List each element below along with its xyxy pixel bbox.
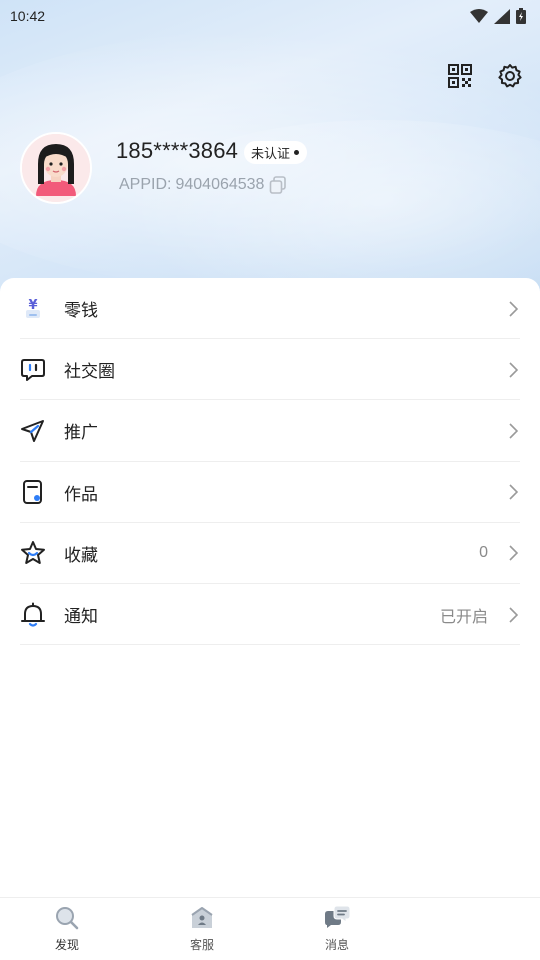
menu-item-works[interactable]: 作品 bbox=[0, 462, 540, 523]
appid-label: APPID: bbox=[119, 176, 172, 193]
wallet-icon: ¥ bbox=[20, 296, 46, 322]
menu-value: 0 bbox=[479, 544, 488, 562]
chevron-right-icon bbox=[506, 483, 520, 501]
menu-label: 收藏 bbox=[64, 545, 98, 566]
menu-item-promotion[interactable]: 推广 bbox=[0, 400, 540, 462]
search-icon bbox=[53, 904, 81, 932]
nav-label: 发现 bbox=[54, 938, 79, 952]
signal-icon bbox=[494, 8, 510, 24]
menu-label: 作品 bbox=[64, 484, 98, 505]
menu-item-wallet[interactable]: ¥ 零钱 bbox=[0, 278, 540, 340]
status-bar: 10:42 bbox=[0, 0, 540, 32]
chevron-right-icon bbox=[506, 300, 520, 318]
chevron-right-icon bbox=[506, 544, 520, 562]
paper-plane-icon bbox=[20, 418, 46, 444]
menu-label: 通知 bbox=[64, 607, 98, 628]
menu-label: 社交圈 bbox=[64, 362, 115, 383]
chevron-right-icon bbox=[506, 361, 520, 379]
wifi-icon bbox=[470, 9, 488, 23]
message-icon bbox=[323, 904, 351, 932]
document-icon bbox=[20, 479, 46, 505]
menu-label: 零钱 bbox=[64, 301, 98, 322]
avatar[interactable] bbox=[20, 132, 92, 204]
star-icon bbox=[20, 540, 46, 566]
nav-item-customer-service[interactable]: 客服 bbox=[162, 904, 242, 953]
status-time: 10:42 bbox=[10, 8, 46, 24]
menu-value: 已开启 bbox=[439, 606, 488, 626]
qr-code-icon[interactable] bbox=[446, 62, 474, 90]
battery-icon bbox=[516, 8, 526, 24]
menu-item-favorites[interactable]: 收藏 0 bbox=[0, 523, 540, 585]
nav-item-messages[interactable]: 消息 bbox=[297, 904, 377, 953]
chat-bubble-icon bbox=[20, 357, 46, 383]
settings-gear-icon[interactable] bbox=[496, 62, 524, 90]
menu-label: 推广 bbox=[64, 423, 98, 444]
dot-icon bbox=[294, 150, 300, 155]
bell-icon bbox=[20, 602, 46, 628]
chevron-right-icon bbox=[506, 422, 520, 440]
chevron-right-icon bbox=[506, 606, 520, 624]
appid-value: 9404064538 bbox=[175, 176, 265, 193]
nav-label: 客服 bbox=[189, 938, 214, 952]
menu-item-notifications[interactable]: 通知 已开启 bbox=[0, 584, 540, 646]
certification-label: 未认证 bbox=[251, 147, 291, 162]
menu-item-social-circle[interactable]: 社交圈 bbox=[0, 339, 540, 401]
nav-label: 消息 bbox=[324, 938, 349, 952]
bottom-nav: 发现 客服 消息 bbox=[0, 897, 540, 960]
svg-text:¥: ¥ bbox=[28, 298, 37, 313]
copy-icon[interactable] bbox=[268, 175, 288, 195]
customer-service-icon bbox=[188, 904, 216, 932]
appid-row: APPID: 9404064538 bbox=[119, 175, 288, 195]
nav-item-discover[interactable]: 发现 bbox=[27, 904, 107, 953]
menu-card: ¥ 零钱 社交圈 推广 作品 收藏 0 通知 已开启 bbox=[0, 278, 540, 898]
user-phone: 185****3864 bbox=[116, 138, 239, 163]
certification-badge[interactable]: 未认证 bbox=[244, 141, 308, 164]
